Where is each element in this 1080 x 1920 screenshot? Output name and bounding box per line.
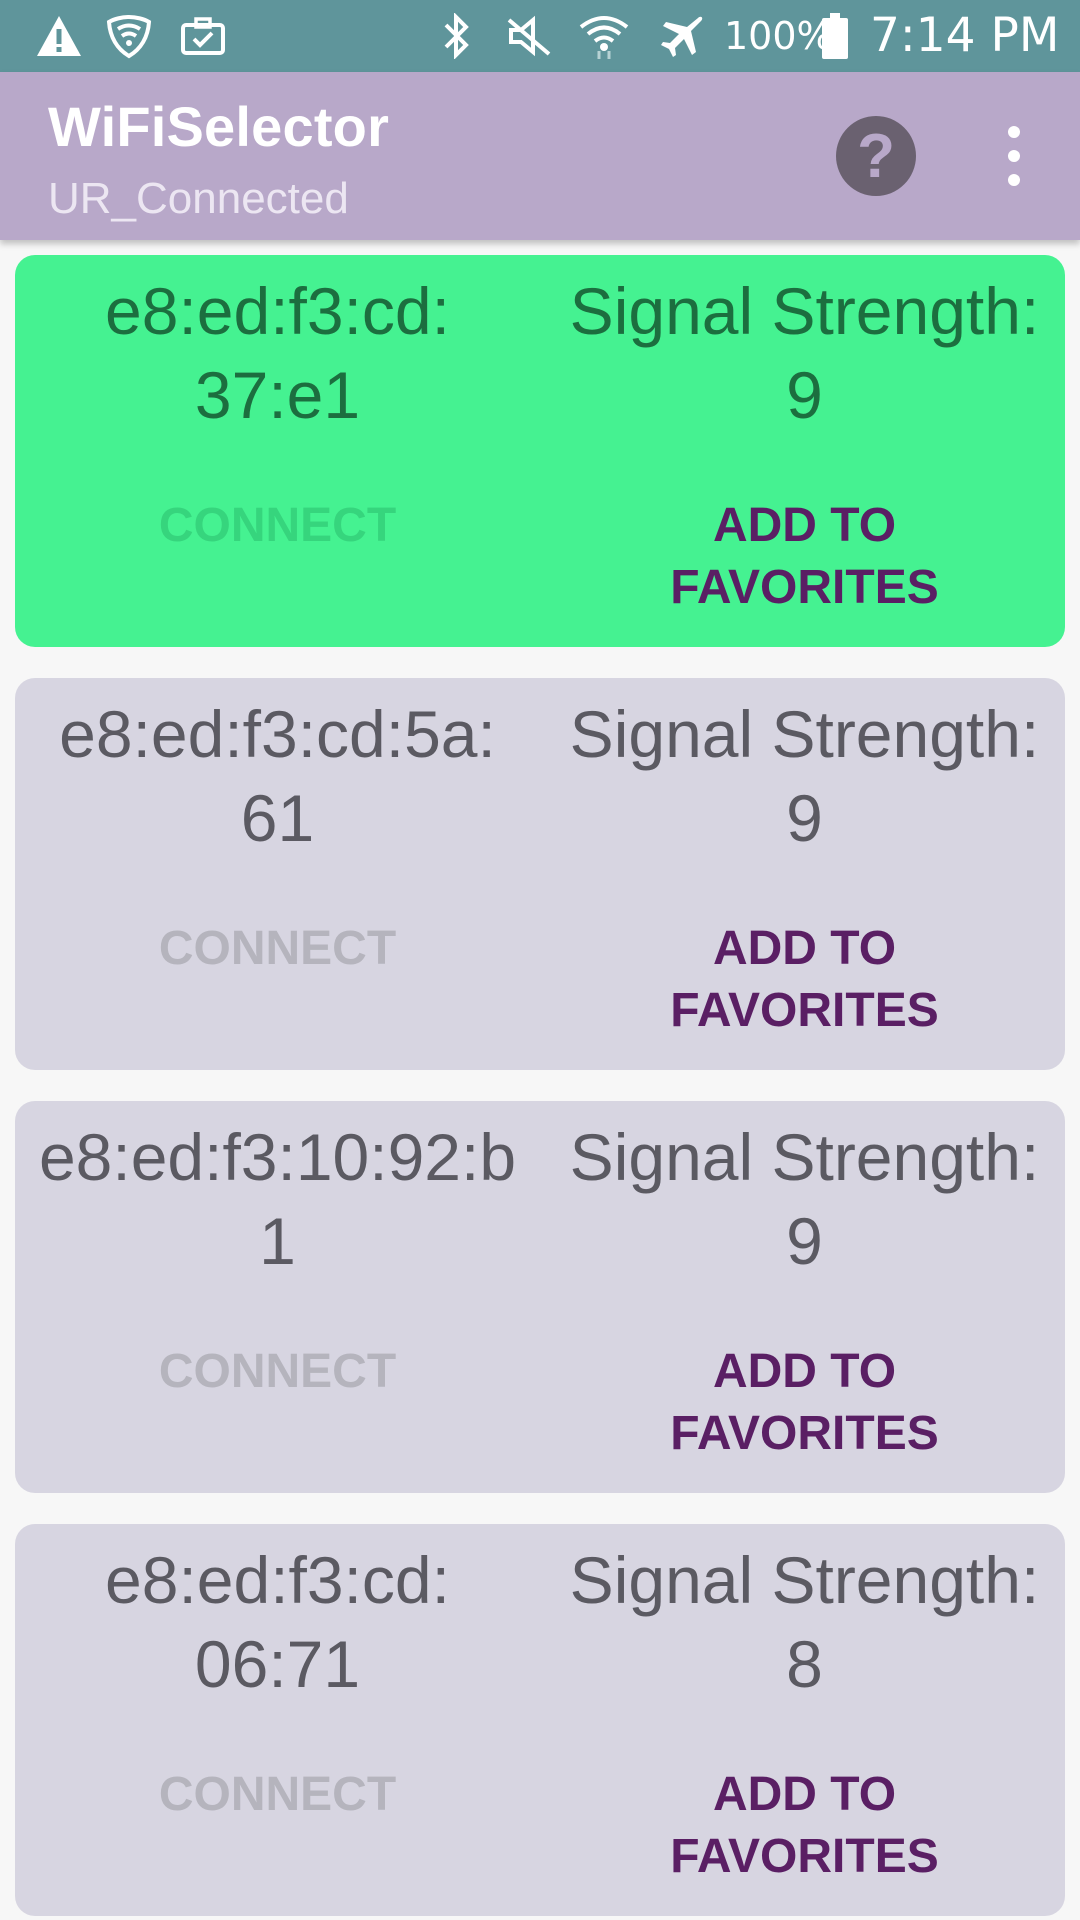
bssid-line: 61 <box>240 781 315 855</box>
bssid-text: e8:ed:f3:10:92:b 1 <box>15 1115 540 1283</box>
bssid-text: e8:ed:f3:cd: 06:71 <box>15 1538 540 1706</box>
favorites-label-line: ADD TO <box>712 922 897 975</box>
bssid-line: e8:ed:f3:cd: <box>105 1543 450 1617</box>
add-to-favorites-button[interactable]: ADD TO FAVORITES <box>542 918 1067 1042</box>
warning-icon <box>34 12 84 60</box>
add-to-favorites-button[interactable]: ADD TO FAVORITES <box>542 495 1067 619</box>
more-vert-icon <box>1008 126 1020 138</box>
clock: 7:14 PM <box>870 8 1060 63</box>
favorites-label-line: ADD TO <box>712 1345 897 1398</box>
connect-button[interactable]: CONNECT <box>15 1764 540 1826</box>
favorites-label-line: FAVORITES <box>670 984 939 1037</box>
signal-strength: Signal Strength: 9 <box>542 269 1067 437</box>
bluetooth-icon <box>436 12 476 60</box>
signal-label: Signal Strength: <box>569 274 1040 348</box>
more-vert-dot <box>1008 174 1020 186</box>
signal-value: 9 <box>786 1204 823 1278</box>
signal-label: Signal Strength: <box>569 1543 1040 1617</box>
signal-label: Signal Strength: <box>569 697 1040 771</box>
signal-strength: Signal Strength: 8 <box>542 1538 1067 1706</box>
help-button[interactable]: ? <box>836 116 916 196</box>
connect-button[interactable]: CONNECT <box>15 1341 540 1403</box>
signal-label: Signal Strength: <box>569 1120 1040 1194</box>
network-card[interactable]: e8:ed:f3:cd:5a: 61 Signal Strength: 9 CO… <box>15 678 1065 1070</box>
add-to-favorites-button[interactable]: ADD TO FAVORITES <box>542 1764 1067 1888</box>
bssid-line: 37:e1 <box>194 358 361 432</box>
connect-button[interactable]: CONNECT <box>15 495 540 557</box>
briefcase-check-icon <box>178 12 228 60</box>
favorites-label-line: ADD TO <box>712 1768 897 1821</box>
overflow-menu-button[interactable] <box>990 122 1038 192</box>
network-card[interactable]: e8:ed:f3:10:92:b 1 Signal Strength: 9 CO… <box>15 1101 1065 1493</box>
battery-percent: 100% <box>724 14 833 58</box>
bssid-line: e8:ed:f3:cd: <box>105 274 450 348</box>
battery-icon <box>820 12 850 60</box>
add-to-favorites-button[interactable]: ADD TO FAVORITES <box>542 1341 1067 1465</box>
bssid-line: e8:ed:f3:10:92:b <box>38 1120 517 1194</box>
bssid-line: 06:71 <box>194 1627 361 1701</box>
favorites-label-line: FAVORITES <box>670 561 939 614</box>
app-bar: WiFiSelector UR_Connected ? <box>0 72 1080 240</box>
signal-strength: Signal Strength: 9 <box>542 692 1067 860</box>
signal-value: 9 <box>786 781 823 855</box>
network-list[interactable]: e8:ed:f3:cd: 37:e1 Signal Strength: 9 CO… <box>0 240 1080 1920</box>
mute-icon <box>504 12 554 60</box>
bssid-text: e8:ed:f3:cd: 37:e1 <box>15 269 540 437</box>
favorites-label-line: ADD TO <box>712 499 897 552</box>
wifi-signal-icon <box>576 12 632 60</box>
airplane-icon <box>656 12 708 60</box>
bssid-line: 1 <box>259 1204 296 1278</box>
more-vert-dot <box>1008 150 1020 162</box>
signal-value: 8 <box>786 1627 823 1701</box>
signal-value: 9 <box>786 358 823 432</box>
favorites-label-line: FAVORITES <box>670 1830 939 1883</box>
app-subtitle: UR_Connected <box>48 174 349 223</box>
connect-button[interactable]: CONNECT <box>15 918 540 980</box>
bssid-line: e8:ed:f3:cd:5a: <box>59 697 496 771</box>
network-card[interactable]: e8:ed:f3:cd: 37:e1 Signal Strength: 9 CO… <box>15 255 1065 647</box>
favorites-label-line: FAVORITES <box>670 1407 939 1460</box>
help-icon: ? <box>857 121 895 191</box>
app-title: WiFiSelector <box>48 95 390 158</box>
network-card[interactable]: e8:ed:f3:cd: 06:71 Signal Strength: 8 CO… <box>15 1524 1065 1916</box>
bssid-text: e8:ed:f3:cd:5a: 61 <box>15 692 540 860</box>
signal-strength: Signal Strength: 9 <box>542 1115 1067 1283</box>
status-bar: 100% 7:14 PM <box>0 0 1080 72</box>
wifi-shield-icon <box>104 12 154 60</box>
